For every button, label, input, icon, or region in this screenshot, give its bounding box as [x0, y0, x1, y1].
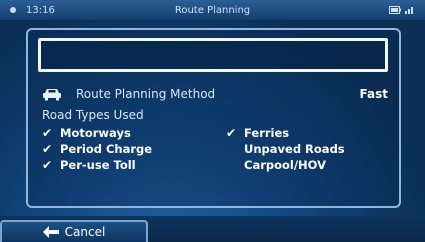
option-carpool-hov[interactable]: Carpool/HOV: [226, 158, 326, 172]
battery-icon: [389, 6, 401, 14]
option-unpaved-roads[interactable]: Unpaved Roads: [226, 142, 345, 156]
cancel-label: Cancel: [64, 225, 106, 239]
route-settings-panel: Route Planning Method Fast Road Types Us…: [26, 28, 401, 208]
road-types-label: Road Types Used: [42, 108, 144, 122]
route-planning-method-row[interactable]: Route Planning Method Fast: [42, 85, 388, 103]
route-planning-method-label: Route Planning Method: [76, 87, 216, 101]
status-bar: 13:16 Route Planning: [0, 0, 425, 20]
checkmark-icon: ✔: [226, 126, 237, 140]
status-dot-icon: [10, 7, 16, 13]
option-label: Period Charge: [60, 142, 153, 156]
page-title: Route Planning: [174, 4, 251, 16]
option-motorways[interactable]: ✔ Motorways: [42, 126, 131, 140]
checkmark-icon: ✔: [42, 158, 53, 172]
arrow-left-icon: [42, 226, 59, 238]
option-per-use-toll[interactable]: ✔ Per-use Toll: [42, 158, 136, 172]
route-planning-method-value: Fast: [359, 87, 388, 101]
checkmark-icon: ✔: [42, 142, 53, 156]
option-label: Carpool/HOV: [244, 158, 327, 172]
option-label: Ferries: [244, 126, 290, 140]
option-label: Unpaved Roads: [244, 142, 345, 156]
search-input[interactable]: [38, 38, 388, 72]
signal-icon: [405, 7, 413, 14]
option-period-charge[interactable]: ✔ Period Charge: [42, 142, 152, 156]
status-time: 13:16: [26, 4, 55, 16]
option-ferries[interactable]: ✔ Ferries: [226, 126, 289, 140]
checkmark-icon: ✔: [42, 126, 53, 140]
car-icon: [43, 89, 61, 101]
cancel-button[interactable]: Cancel: [0, 220, 148, 242]
option-label: Per-use Toll: [60, 158, 136, 172]
option-label: Motorways: [60, 126, 131, 140]
